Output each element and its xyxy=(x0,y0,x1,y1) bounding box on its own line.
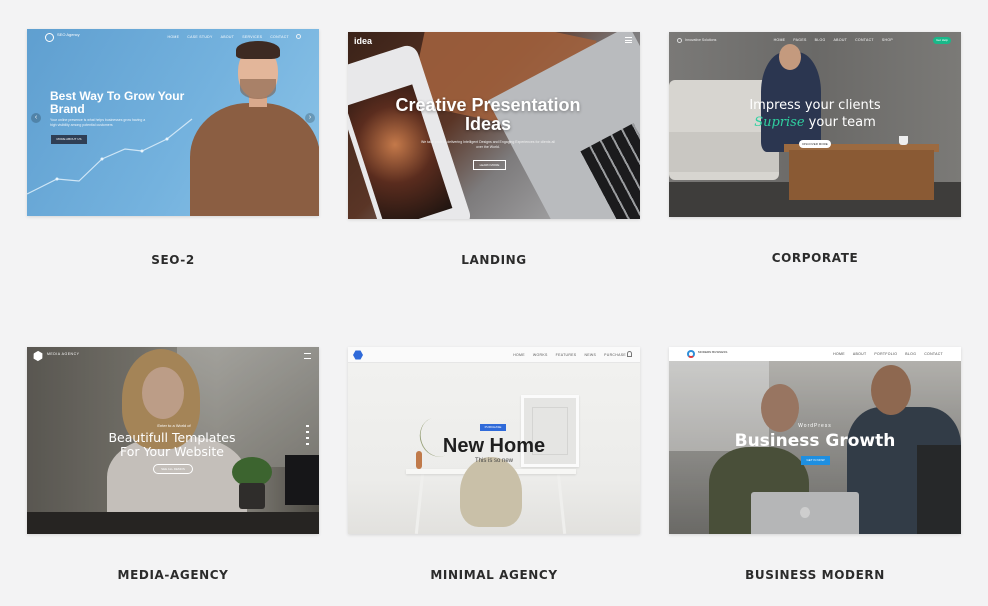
hero-heading: Best Way To Grow Your Brand xyxy=(50,89,185,116)
hero-tag: PURCHASE xyxy=(480,424,506,431)
hero-button: MORE ABOUT US xyxy=(51,135,87,144)
nav-item: ABOUT xyxy=(852,352,867,356)
nav-cta-button: Get Help xyxy=(933,37,951,44)
hero-heading: New Home xyxy=(442,435,546,457)
nav-item: ABOUT xyxy=(220,35,235,39)
nav-item: SHOP xyxy=(881,38,893,42)
nav-item: CASE STUDY xyxy=(187,35,213,39)
person-photo xyxy=(240,79,276,99)
demo-caption[interactable]: MEDIA-AGENCY xyxy=(27,568,319,582)
hamburger-menu-icon xyxy=(304,353,311,359)
slider-dots xyxy=(306,425,309,445)
hero-button: LEARN MORE xyxy=(473,160,506,170)
nav-item: BLOG xyxy=(814,38,826,42)
nav-item: FEATURES xyxy=(555,353,577,357)
hero-heading: Beautifull Templates For Your Website xyxy=(108,430,236,459)
demo-thumbnail-media-agency[interactable]: MEDIA AGENCY Enter to a World of Beautif… xyxy=(27,347,319,534)
nav-item: PAGES xyxy=(793,38,807,42)
desk-photo xyxy=(414,473,425,534)
hero-kicker: Enter to a World of xyxy=(157,423,191,428)
hero-button: SEE ALL DEMOS xyxy=(153,464,193,474)
nav-item: HOME xyxy=(167,35,180,39)
demo-thumbnail-minimal-agency[interactable]: HOME WORKS FEATURES NEWS PURCHASE PURCHA… xyxy=(348,347,640,534)
nav-item: PORTFOLIO xyxy=(874,352,898,356)
chevron-left-icon: ‹ xyxy=(31,113,41,123)
hero-subtitle: Your online presence is what helps busin… xyxy=(50,118,146,127)
person-photo xyxy=(190,103,319,216)
hero-heading-rest: your team xyxy=(804,115,876,130)
brand-logo-text: MEDIA AGENCY xyxy=(47,352,80,356)
nav-item: CONTACT xyxy=(270,35,289,39)
hero-subtitle: This is so new xyxy=(474,458,513,464)
chevron-right-icon: › xyxy=(305,113,315,123)
hero-heading-line-1: Impress your clients xyxy=(749,98,881,113)
cup-photo xyxy=(899,136,908,145)
demo-thumbnail-landing[interactable]: idea Creative Presentation Ideas We take… xyxy=(348,32,640,219)
demo-caption[interactable]: SEO-2 xyxy=(27,253,319,267)
hero-accent-word: Suprise xyxy=(754,115,805,130)
search-icon xyxy=(296,34,301,39)
nav-item: CONTACT xyxy=(855,38,874,42)
bell-icon xyxy=(627,351,632,357)
nav-item: BLOG xyxy=(905,352,917,356)
hamburger-menu-icon xyxy=(625,37,632,43)
hero-heading: Creative Presentation Ideas xyxy=(395,95,581,134)
nav-item: PURCHASE xyxy=(604,353,626,357)
desk-photo xyxy=(556,473,567,534)
demo-thumbnail-seo-2[interactable]: SEO Agency HOME CASE STUDY ABOUT SERVICE… xyxy=(27,29,319,216)
nav-item: ABOUT xyxy=(833,38,848,42)
hero-button: DISCOVER MORE xyxy=(799,140,831,148)
nav-item: NEWS xyxy=(584,353,597,357)
mini-nav: HOME CASE STUDY ABOUT SERVICES CONTACT xyxy=(27,29,319,45)
demo-caption[interactable]: MINIMAL AGENCY xyxy=(348,568,640,582)
demo-caption[interactable]: LANDING xyxy=(348,253,640,267)
hero-subtitle: We take pride in delivering Intelligent … xyxy=(421,140,555,149)
mini-nav: HOME WORKS FEATURES NEWS PURCHASE xyxy=(348,347,640,363)
demo-thumbnail-business-modern[interactable]: MODERN BUSINESS HOME ABOUT PORTFOLIO BLO… xyxy=(669,347,961,534)
demo-caption[interactable]: BUSINESS MODERN xyxy=(669,568,961,582)
hero-button: GET IN NOW xyxy=(801,456,830,465)
hero-kicker: WordPress xyxy=(798,423,832,429)
chair-photo xyxy=(460,457,522,527)
nav-item: HOME xyxy=(833,352,845,356)
person-photo xyxy=(236,41,280,59)
table-photo xyxy=(789,150,934,200)
demo-thumbnail-corporate[interactable]: Innovative Solutions HOME PAGES BLOG ABO… xyxy=(669,32,961,217)
nav-item: WORKS xyxy=(532,353,548,357)
nav-item: SERVICES xyxy=(242,35,263,39)
hero-heading: Business Growth xyxy=(734,431,896,451)
demo-caption[interactable]: CORPORATE xyxy=(669,251,961,265)
mini-nav: HOME PAGES BLOG ABOUT CONTACT SHOP xyxy=(669,32,961,48)
nav-item: HOME xyxy=(513,353,525,357)
nav-item: CONTACT xyxy=(924,352,943,356)
nav-item: HOME xyxy=(773,38,786,42)
hero-heading-line-2: Suprise your team xyxy=(709,115,921,130)
mini-nav: HOME ABOUT PORTFOLIO BLOG CONTACT xyxy=(669,347,961,361)
brand-logo-text: idea xyxy=(354,36,373,46)
